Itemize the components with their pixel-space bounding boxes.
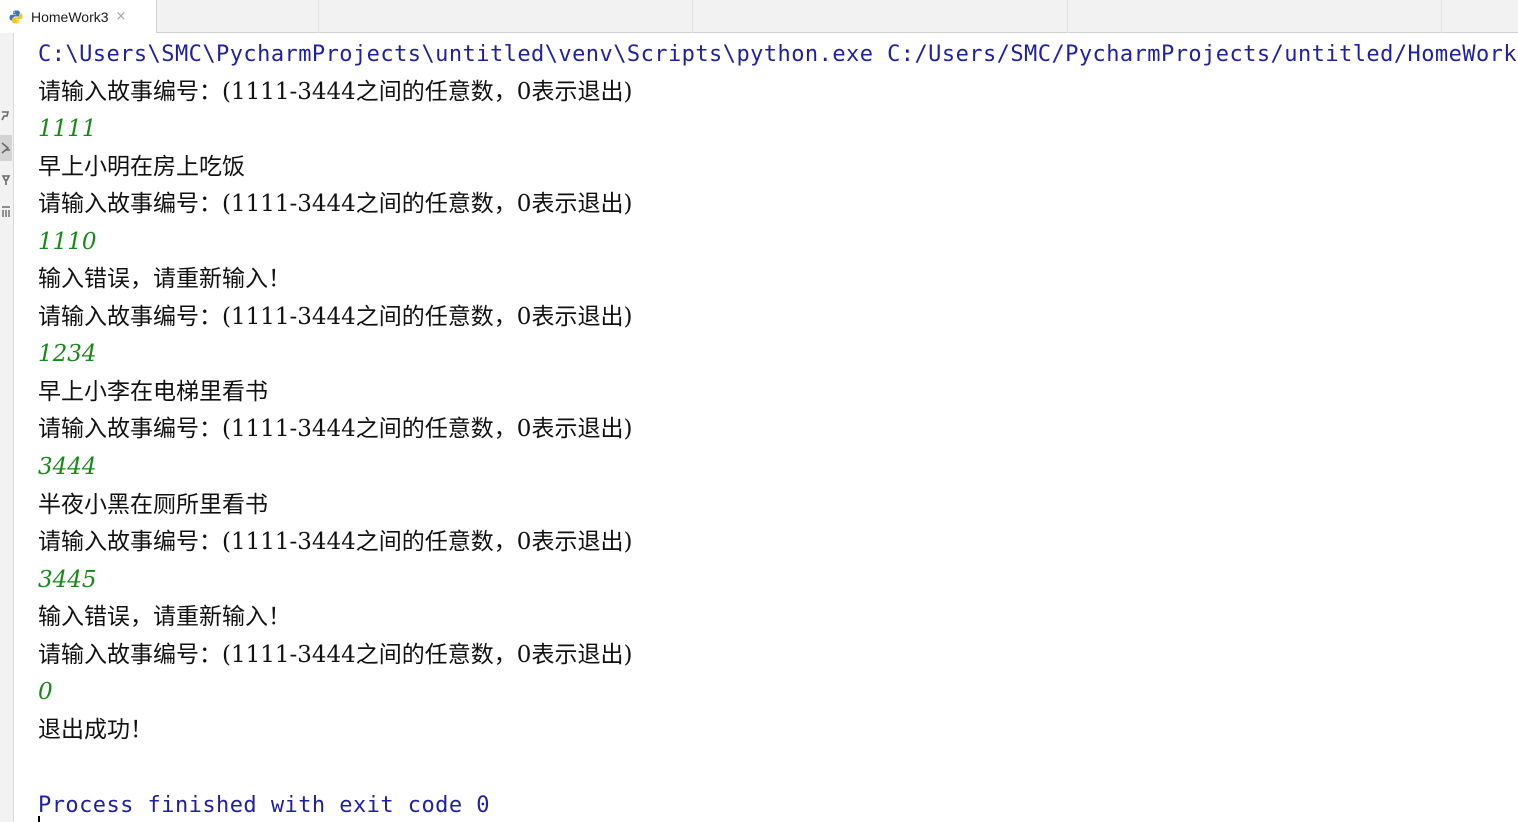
output-line-text: 请输入故事编号：(1111-3444之间的任意数，0表示退出): [38, 191, 633, 218]
close-tab-icon[interactable]: ×: [116, 9, 127, 24]
console-output[interactable]: C:\Users\SMC\PycharmProjects\untitled\ve…: [38, 36, 1518, 822]
user-input-line-text: 1110: [38, 228, 97, 255]
output-line: 请输入故事编号：(1111-3444之间的任意数，0表示退出): [38, 74, 1508, 112]
output-line: 退出成功！: [38, 712, 1508, 750]
output-line: 请输入故事编号：(1111-3444之间的任意数，0表示退出): [38, 524, 1508, 562]
user-input-line: 1110: [38, 224, 1508, 262]
tab-title: HomeWork3: [31, 8, 109, 25]
user-input-line-text: 3445: [38, 566, 97, 593]
command-line: Process finished with exit code 0: [38, 787, 1508, 822]
output-line-text: 退出成功！: [38, 716, 153, 743]
tab-homework3[interactable]: HomeWork3 ×: [0, 0, 157, 33]
tab-divider: [1067, 0, 1068, 33]
more-icon[interactable]: [0, 204, 12, 220]
output-line: 输入错误，请重新输入！: [38, 599, 1508, 637]
user-input-line: 1234: [38, 336, 1508, 374]
output-line-text: 请输入故事编号：(1111-3444之间的任意数，0表示退出): [38, 78, 633, 105]
output-line: 请输入故事编号：(1111-3444之间的任意数，0表示退出): [38, 186, 1508, 224]
run-console-window: HomeWork3 × C:\Users\SMC\PycharmProjects…: [0, 0, 1518, 822]
output-line: 早上小明在房上吃饭: [38, 149, 1508, 187]
run-tab-bar: HomeWork3 ×: [0, 0, 1518, 33]
user-input-line-text: 1234: [38, 341, 97, 368]
output-line: 输入错误，请重新输入！: [38, 261, 1508, 299]
output-line-text: 输入错误，请重新输入！: [38, 604, 291, 631]
output-line-text: 半夜小黑在厕所里看书: [38, 491, 268, 518]
pin-icon[interactable]: [0, 172, 12, 188]
tab-divider: [1441, 0, 1442, 33]
user-input-line-text: 0: [38, 679, 53, 706]
user-input-line-text: 1111: [38, 116, 97, 143]
user-input-line: 0: [38, 674, 1508, 712]
output-line: 请输入故事编号：(1111-3444之间的任意数，0表示退出): [38, 411, 1508, 449]
user-input-line: 1111: [38, 111, 1508, 149]
output-line: 早上小李在电梯里看书: [38, 374, 1508, 412]
output-line-text: 请输入故事编号：(1111-3444之间的任意数，0表示退出): [38, 416, 633, 443]
output-line: 请输入故事编号：(1111-3444之间的任意数，0表示退出): [38, 637, 1508, 675]
output-line-text: 早上小李在电梯里看书: [38, 378, 268, 405]
user-input-line: 3444: [38, 449, 1508, 487]
output-line-text: 请输入故事编号：(1111-3444之间的任意数，0表示退出): [38, 303, 633, 330]
user-input-line: 3445: [38, 562, 1508, 600]
command-line-text: Process finished with exit code 0: [38, 792, 490, 818]
python-file-icon: [9, 10, 23, 23]
run-toolbar: [0, 33, 14, 822]
tab-divider: [692, 0, 693, 33]
command-line: C:\Users\SMC\PycharmProjects\untitled\ve…: [38, 36, 1518, 74]
output-line-text: 早上小明在房上吃饭: [38, 153, 245, 180]
command-line-text: C:\Users\SMC\PycharmProjects\untitled\ve…: [38, 42, 1518, 67]
rerun-icon[interactable]: [0, 108, 12, 124]
tab-divider: [318, 0, 319, 33]
output-line: 请输入故事编号：(1111-3444之间的任意数，0表示退出): [38, 299, 1508, 337]
output-line-text: 输入错误，请重新输入！: [38, 266, 291, 293]
output-line-text: 请输入故事编号：(1111-3444之间的任意数，0表示退出): [38, 641, 633, 668]
output-line-text: 请输入故事编号：(1111-3444之间的任意数，0表示退出): [38, 529, 633, 556]
user-input-line-text: 3444: [38, 454, 97, 481]
output-line: 半夜小黑在厕所里看书: [38, 487, 1508, 525]
stop-icon[interactable]: [0, 140, 12, 156]
text-caret: [38, 816, 40, 822]
